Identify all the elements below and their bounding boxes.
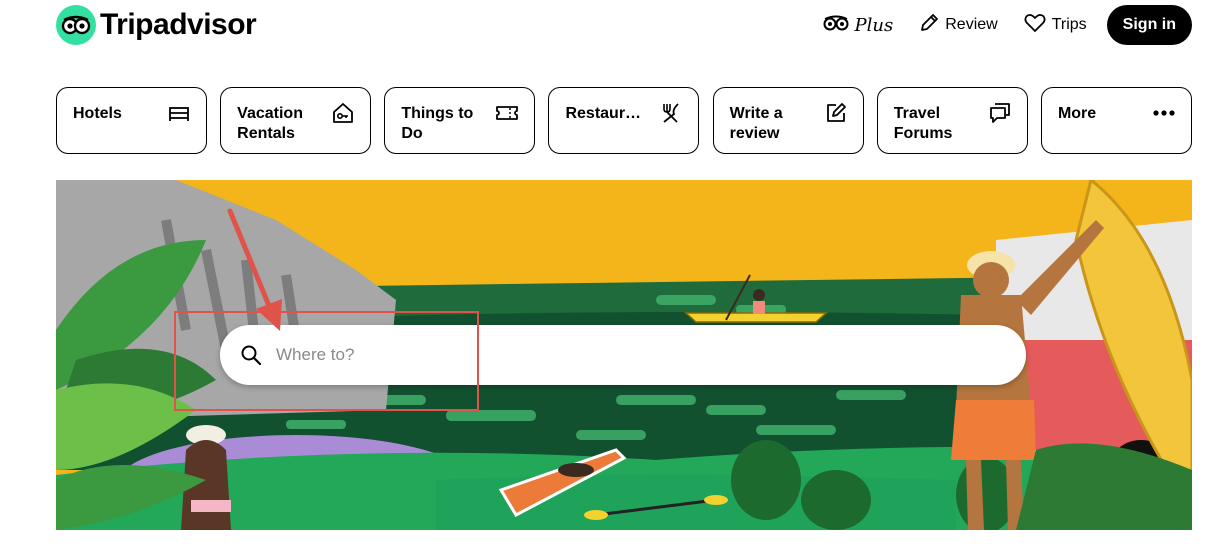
category-tiles: Hotels Vacation Rentals Things to Do Res… (56, 87, 1192, 156)
ticket-icon (496, 102, 519, 124)
tile-label: Write a review (729, 105, 783, 142)
bed-icon (168, 102, 190, 124)
chat-bubbles-icon (989, 102, 1011, 124)
heart-icon (1024, 13, 1046, 38)
owl-eyes-icon (56, 5, 96, 45)
fork-knife-icon (660, 102, 682, 124)
tile-things-to-do[interactable]: Things to Do (384, 87, 536, 154)
plus-label: Plus (854, 14, 894, 36)
edit-icon (825, 102, 847, 124)
tile-label: Hotels (73, 105, 122, 122)
tile-label: Things to Do (401, 105, 474, 142)
tile-label: Restaurants (565, 105, 647, 122)
review-label: Review (945, 16, 998, 33)
tile-label: Vacation Rentals (237, 105, 303, 142)
sign-in-button[interactable]: Sign in (1106, 5, 1192, 45)
more-dots-icon (1153, 102, 1175, 124)
tile-write-a-review[interactable]: Write a review (712, 87, 864, 154)
plus-link[interactable]: Plus (823, 14, 894, 36)
house-key-icon (332, 102, 354, 124)
tile-vacation-rentals[interactable]: Vacation Rentals (220, 87, 372, 154)
review-link[interactable]: Review (919, 13, 998, 38)
pencil-icon (919, 13, 939, 38)
tile-label: More (1057, 105, 1097, 122)
brand-name: Tripadvisor (100, 8, 257, 41)
annotation-arrow (227, 208, 282, 331)
owl-eyes-icon (823, 15, 849, 36)
tripadvisor-logo[interactable]: Tripadvisor (56, 4, 257, 46)
tile-travel-forums[interactable]: Travel Forums (876, 87, 1028, 154)
tile-restaurants[interactable]: Restaurants (548, 87, 700, 154)
trips-link[interactable]: Trips (1024, 13, 1087, 38)
tile-more[interactable]: More (1040, 87, 1192, 154)
trips-label: Trips (1051, 16, 1087, 33)
tile-label: Travel Forums (893, 105, 953, 142)
tile-hotels[interactable]: Hotels (56, 87, 207, 154)
top-navigation: Plus Review Trips Sign in (823, 4, 1192, 46)
